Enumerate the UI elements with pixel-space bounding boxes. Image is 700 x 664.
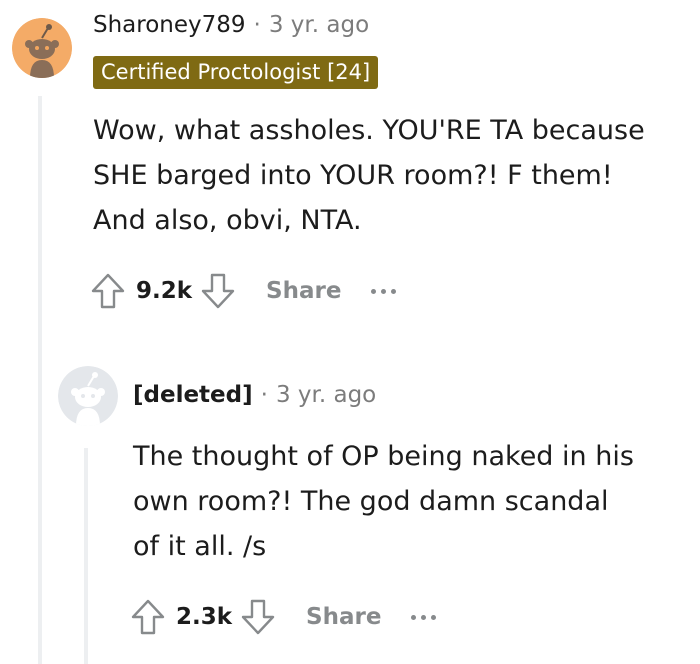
share-button[interactable]: Share xyxy=(266,278,341,304)
upvote-arrow-icon xyxy=(131,599,165,635)
reply-thread-line[interactable] xyxy=(84,448,88,664)
downvote-button[interactable] xyxy=(198,271,238,311)
comment-meta: Sharoney789 · 3 yr. ago xyxy=(93,12,369,38)
comment-body: Wow, what assholes. YOU'RE TA because SH… xyxy=(93,108,683,243)
snoo-avatar-icon xyxy=(12,18,72,78)
upvote-arrow-icon xyxy=(91,273,125,309)
more-options-icon[interactable] xyxy=(411,607,447,627)
user-avatar[interactable] xyxy=(12,18,72,78)
timestamp-link[interactable]: 3 yr. ago xyxy=(276,382,376,408)
comment-meta: [deleted] · 3 yr. ago xyxy=(133,382,376,408)
comment-text-line: The thought of OP being naked in his xyxy=(133,441,634,472)
comment-actions: 2.3k Share xyxy=(128,597,447,637)
user-flair: Certified Proctologist [24] xyxy=(93,56,379,89)
comment-text-line: SHE barged into YOUR room?! F them! xyxy=(93,160,613,191)
upvote-button[interactable] xyxy=(128,597,168,637)
vote-score: 9.2k xyxy=(136,278,193,304)
username-link[interactable]: Sharoney789 xyxy=(93,12,246,38)
share-button[interactable]: Share xyxy=(306,604,381,630)
snoo-avatar-icon xyxy=(58,366,118,426)
downvote-button[interactable] xyxy=(238,597,278,637)
comment-text-line: Wow, what assholes. YOU'RE TA because xyxy=(93,115,645,146)
deleted-user-avatar xyxy=(58,366,118,426)
comment-text-line: And also, obvi, NTA. xyxy=(93,205,362,236)
comment-body: The thought of OP being naked in his own… xyxy=(133,434,693,569)
meta-separator: · xyxy=(260,382,268,408)
downvote-arrow-icon xyxy=(241,599,275,635)
comment-text-line: of it all. /s xyxy=(133,531,267,562)
comment-text-line: own room?! The god damn scandal xyxy=(133,486,609,517)
thread-line[interactable] xyxy=(38,96,42,664)
vote-score: 2.3k xyxy=(176,604,233,630)
upvote-button[interactable] xyxy=(88,271,128,311)
meta-separator: · xyxy=(253,12,261,38)
comment-actions: 9.2k Share xyxy=(88,271,407,311)
downvote-arrow-icon xyxy=(201,273,235,309)
comment-thread: Sharoney789 · 3 yr. ago Certified Procto… xyxy=(0,0,700,664)
timestamp-link[interactable]: 3 yr. ago xyxy=(269,12,369,38)
more-options-icon[interactable] xyxy=(371,281,407,301)
deleted-username: [deleted] xyxy=(133,382,253,408)
